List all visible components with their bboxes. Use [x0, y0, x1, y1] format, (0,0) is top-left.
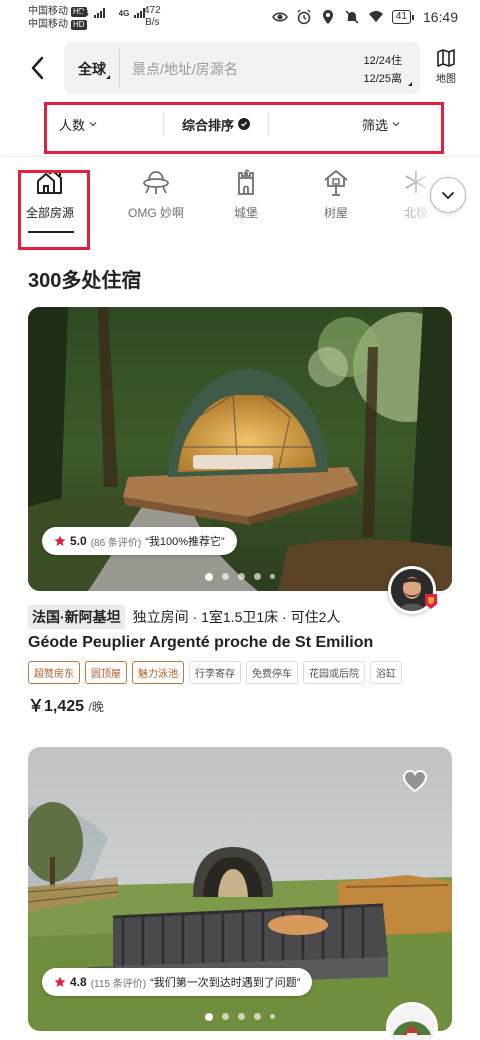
map-label: 地图: [436, 74, 456, 85]
map-icon: [437, 49, 455, 67]
chevron-down-icon: [392, 122, 400, 127]
location-icon: [322, 10, 333, 24]
back-arrow-icon[interactable]: [26, 54, 50, 82]
mute-bell-icon: [345, 10, 359, 24]
pagination-dot: [222, 1013, 229, 1020]
network-type: 4G: [78, 9, 89, 18]
speed-value: 472: [144, 5, 161, 16]
pagination-dot: [270, 574, 275, 579]
more-filters[interactable]: 筛选: [269, 115, 433, 134]
listing-tag: 魅力泳池: [132, 661, 184, 684]
host-photo: [389, 1005, 435, 1040]
photo-pagination: [28, 573, 452, 581]
map-button[interactable]: 地图: [430, 48, 462, 88]
review-count: (86 条评价): [90, 537, 142, 549]
listing-title[interactable]: Géode Peuplier Argenté proche de St Emil…: [28, 634, 373, 652]
dropdown-triangle-icon: [408, 82, 412, 86]
rating-badge: 4.8 (115 条评价) “我们第一次到达时遇到了问题”: [42, 968, 313, 996]
pagination-dot: [222, 573, 229, 580]
listing-tags: 超赞房东 圆顶屋 魅力泳池 行李寄存 免费停车 花园或后院 浴缸: [28, 661, 402, 684]
filter-label: 筛选: [361, 117, 388, 133]
status-icons: 41 16:49: [271, 9, 458, 25]
listing-tag: 花园或后院: [303, 661, 365, 684]
hd-badge: HD: [71, 19, 87, 30]
header-divider: [0, 156, 480, 157]
pagination-dot: [254, 573, 261, 580]
search-input[interactable]: 景点/地址/房源名: [132, 59, 238, 79]
sort-label: 综合排序: [181, 117, 234, 133]
pagination-dot: [238, 1013, 245, 1020]
search-bar[interactable]: 全球 景点/地址/房源名 12/24住 12/25离: [64, 42, 420, 94]
listing-details: 独立房间 · 1室1.5卫1床 · 可住2人: [132, 609, 341, 625]
category-label: 树屋: [323, 206, 348, 220]
sort-filter[interactable]: 综合排序: [164, 115, 268, 134]
review-count: (115 条评价): [90, 978, 147, 990]
listing-tag: 浴缸: [370, 661, 402, 684]
rating-badge: 5.0 (86 条评价) “我100%推荐它”: [42, 527, 237, 555]
guests-label: 人数: [59, 117, 86, 133]
pagination-dot: [205, 573, 213, 581]
superhost-badge-icon: [425, 594, 437, 609]
status-bar: 中国移动 HD 中国移动 HD 4G 4G 472 B/s 41 16:49: [0, 0, 480, 36]
listing-tag: 超赞房东: [28, 661, 80, 684]
category-label: OMG 妙啊: [128, 206, 184, 220]
rating-value: 4.8: [70, 975, 87, 989]
listing-tag: 行李寄存: [189, 661, 241, 684]
pagination-dot: [270, 1014, 275, 1019]
category-more-button[interactable]: [430, 177, 466, 213]
network-type: 4G: [118, 9, 130, 18]
listing-tag: 圆顶屋: [85, 661, 127, 684]
price-unit: /晚: [88, 700, 104, 714]
checkout-date[interactable]: 12/25离: [363, 70, 402, 86]
clock: 16:49: [422, 9, 458, 25]
category-castle[interactable]: 城堡: [202, 168, 290, 221]
category-fade: [390, 160, 434, 240]
network-speed: 472 B/s: [144, 5, 161, 29]
pagination-dot: [238, 573, 245, 580]
carrier-name: 中国移动: [28, 6, 68, 17]
alarm-icon: [297, 9, 311, 25]
heart-icon[interactable]: [402, 769, 428, 793]
result-count: 300多处住宿: [28, 270, 142, 292]
chevron-down-icon: [442, 192, 454, 199]
region-selector[interactable]: 全球: [78, 59, 106, 79]
category-omg[interactable]: OMG 妙啊: [112, 168, 200, 221]
treehouse-icon: [324, 170, 348, 196]
signal-icon: [93, 8, 105, 18]
ufo-icon: [143, 171, 169, 194]
rating-value: 5.0: [70, 534, 87, 548]
star-icon: [54, 535, 66, 546]
wifi-icon: [368, 11, 383, 22]
star-icon: [54, 976, 66, 987]
listing-meta: 法国·新阿基坦 独立房间 · 1室1.5卫1床 · 可住2人: [28, 605, 340, 629]
pagination-dot: [254, 1013, 261, 1020]
listing-tag: 免费停车: [246, 661, 298, 684]
listing-location: 法国·新阿基坦: [28, 605, 125, 629]
chevron-down-icon: [89, 122, 97, 127]
review-quote: “我100%推荐它”: [145, 536, 225, 548]
filter-bar: 人数 综合排序 筛选: [44, 102, 444, 154]
speed-unit: B/s: [145, 17, 160, 28]
listing-price: ￥1,425 /晚: [28, 692, 104, 716]
battery-icon: 41: [391, 10, 415, 24]
search-divider: [119, 50, 120, 86]
dropdown-triangle-icon: [106, 75, 110, 79]
category-active-underline: [28, 231, 74, 233]
guests-filter[interactable]: 人数: [55, 115, 163, 134]
pagination-dot: [205, 1013, 213, 1021]
category-treehouse[interactable]: 树屋: [292, 168, 380, 221]
category-bar: 全部房源 OMG 妙啊 城堡 树屋 北极: [0, 160, 480, 250]
listing-photo[interactable]: 4.8 (115 条评价) “我们第一次到达时遇到了问题”: [28, 747, 452, 1031]
review-quote: “我们第一次到达时遇到了问题”: [150, 977, 301, 989]
category-label: 城堡: [233, 206, 258, 220]
carrier-name: 中国移动: [28, 19, 68, 30]
castle-icon: [238, 169, 254, 195]
check-circle-icon: [238, 118, 250, 130]
checkin-date[interactable]: 12/24住: [363, 52, 402, 68]
category-highlight-box: [18, 170, 90, 250]
listing-photo[interactable]: 5.0 (86 条评价) “我100%推荐它”: [28, 307, 452, 591]
signal-group: 4G 4G: [78, 8, 146, 18]
eye-icon: [271, 12, 288, 22]
price-value: ￥1,425: [28, 698, 85, 715]
